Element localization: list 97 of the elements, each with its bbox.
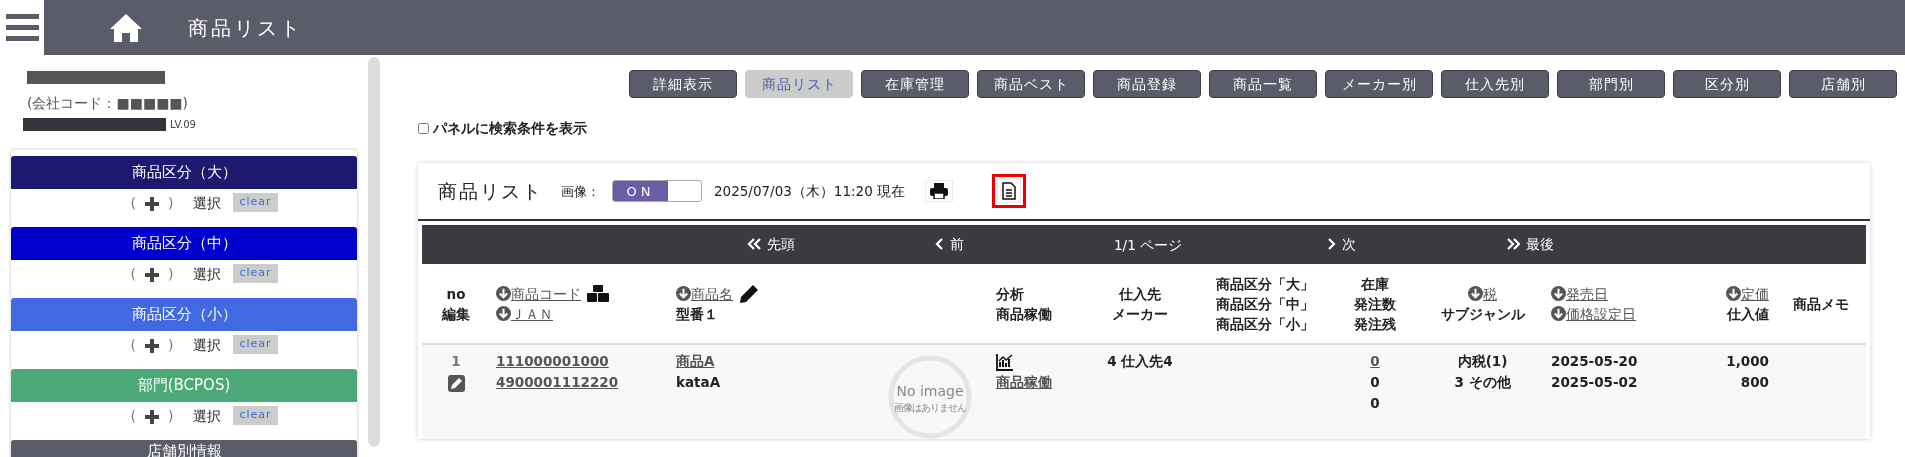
sort-header-link[interactable]: 税: [1468, 283, 1497, 304]
table-cell: 1,000: [1726, 353, 1769, 370]
column-header: メーカー: [1112, 304, 1168, 324]
menu-icon[interactable]: [5, 11, 39, 44]
column-header: 商品区分「大」: [1216, 274, 1314, 294]
sort-icon: [1468, 285, 1483, 301]
page-title: 商品リスト: [188, 14, 303, 42]
add-filter-button[interactable]: ( ): [130, 406, 174, 427]
sort-icon: [496, 285, 511, 301]
select-link[interactable]: 選択: [193, 264, 222, 285]
nav-button[interactable]: 仕入先別: [1441, 70, 1549, 99]
plus-icon[interactable]: [143, 337, 160, 354]
sort-icon: [1726, 285, 1741, 301]
plus-icon[interactable]: [143, 408, 160, 425]
column-header: 商品稼働: [996, 304, 1052, 324]
add-filter-button[interactable]: ( ): [130, 193, 174, 214]
double-chevron-right-icon: [1506, 238, 1521, 251]
table-cell: 1: [451, 353, 461, 370]
timestamp: 2025/07/03（木）11:20 現在: [714, 182, 905, 202]
company-code: (会社コード：■■■■■): [26, 94, 190, 113]
nav-button[interactable]: 商品ベスト: [977, 70, 1085, 99]
user-level: LV.09: [170, 118, 196, 132]
nav-button[interactable]: 店舗別: [1789, 70, 1897, 99]
table-cell: 0: [1370, 395, 1380, 412]
boxes-icon[interactable]: [587, 284, 609, 303]
column-header: 商品区分「小」: [1216, 314, 1314, 334]
prev-page-link[interactable]: 前: [935, 234, 964, 255]
print-button[interactable]: [925, 180, 953, 203]
column-header: 分析: [996, 284, 1024, 304]
chevron-right-icon: [1327, 238, 1337, 251]
table-cell: 800: [1740, 374, 1769, 391]
column-header: 仕入先: [1119, 284, 1161, 304]
page-indicator: 1/1 ページ: [1114, 235, 1183, 255]
select-link[interactable]: 選択: [193, 193, 222, 214]
sort-header-link[interactable]: 発売日: [1551, 283, 1608, 304]
panel-title: 商品リスト: [438, 179, 543, 204]
table-cell: kataA: [676, 374, 721, 391]
nav-button[interactable]: 在庫管理: [861, 70, 969, 99]
filter-header: 商品区分（小）: [11, 298, 357, 331]
checkbox[interactable]: [418, 123, 429, 135]
double-chevron-left-icon: [747, 238, 761, 251]
filter-header: 部門(BCPOS): [11, 369, 357, 402]
column-header: no: [446, 284, 466, 304]
column-header: 発注数: [1354, 294, 1396, 314]
select-link[interactable]: 選択: [193, 335, 222, 356]
column-header: 商品メモ: [1792, 294, 1849, 314]
table-cell: 4 仕入先4: [1107, 353, 1173, 370]
nav-button[interactable]: 詳細表示: [629, 70, 737, 99]
add-filter-button[interactable]: ( ): [130, 264, 174, 285]
table-cell: 内税(1): [1457, 353, 1508, 370]
table-link[interactable]: 0: [1370, 353, 1380, 370]
pencil-icon[interactable]: [739, 283, 759, 304]
chevron-left-icon: [935, 238, 944, 251]
add-filter-button[interactable]: ( ): [130, 335, 174, 356]
column-header: 発注残: [1354, 314, 1396, 334]
no-image-caption: 画像はありません: [894, 401, 966, 414]
scrollbar[interactable]: [368, 57, 380, 447]
column-header: サブジャンル: [1440, 304, 1525, 324]
nav-button[interactable]: 商品一覧: [1209, 70, 1317, 99]
plus-icon[interactable]: [143, 195, 160, 212]
home-icon[interactable]: [109, 11, 143, 44]
table-cell: 3 その他: [1454, 374, 1511, 391]
chart-icon[interactable]: [996, 353, 1014, 372]
nav-button[interactable]: 商品登録: [1093, 70, 1201, 99]
table-link[interactable]: 商品A: [676, 353, 715, 370]
column-header: 仕入値: [1727, 304, 1769, 324]
table-link[interactable]: 商品稼働: [996, 374, 1052, 391]
table-cell: 2025-05-20: [1551, 353, 1638, 370]
filter-header: 商品区分（中）: [11, 227, 357, 260]
plus-icon[interactable]: [143, 266, 160, 283]
sort-icon: [1551, 285, 1566, 301]
table-link[interactable]: 111000001000: [496, 353, 609, 370]
table-cell: 2025-05-02: [1551, 374, 1638, 391]
table-link[interactable]: 4900001112220: [496, 374, 619, 391]
column-header: 在庫: [1361, 274, 1389, 294]
filter-header: 商品区分（大）: [11, 156, 357, 189]
image-label: 画像：: [561, 182, 600, 201]
nav-button[interactable]: メーカー別: [1325, 70, 1433, 99]
table-cell: 0: [1370, 374, 1380, 391]
nav-button[interactable]: 区分別: [1673, 70, 1781, 99]
edit-icon[interactable]: [447, 374, 465, 392]
nav-button[interactable]: 部門別: [1557, 70, 1665, 99]
column-header: 編集: [442, 304, 470, 324]
sort-icon: [496, 305, 511, 321]
column-header: 型番１: [676, 304, 718, 324]
checkbox-label[interactable]: パネルに検索条件を表示: [433, 118, 587, 140]
nav-button[interactable]: 商品リスト: [745, 70, 853, 99]
no-image-text: No image: [896, 381, 964, 401]
column-header: 商品区分「中」: [1216, 294, 1314, 314]
select-link[interactable]: 選択: [193, 406, 222, 427]
sort-icon: [676, 285, 691, 301]
sort-icon: [1551, 305, 1566, 321]
image-toggle[interactable]: ON: [612, 180, 702, 203]
sort-header-link[interactable]: ＪＡＮ: [496, 303, 553, 324]
next-page-link[interactable]: 次: [1327, 234, 1357, 255]
first-page-link[interactable]: 先頭: [747, 234, 795, 255]
last-page-link[interactable]: 最後: [1506, 234, 1555, 255]
